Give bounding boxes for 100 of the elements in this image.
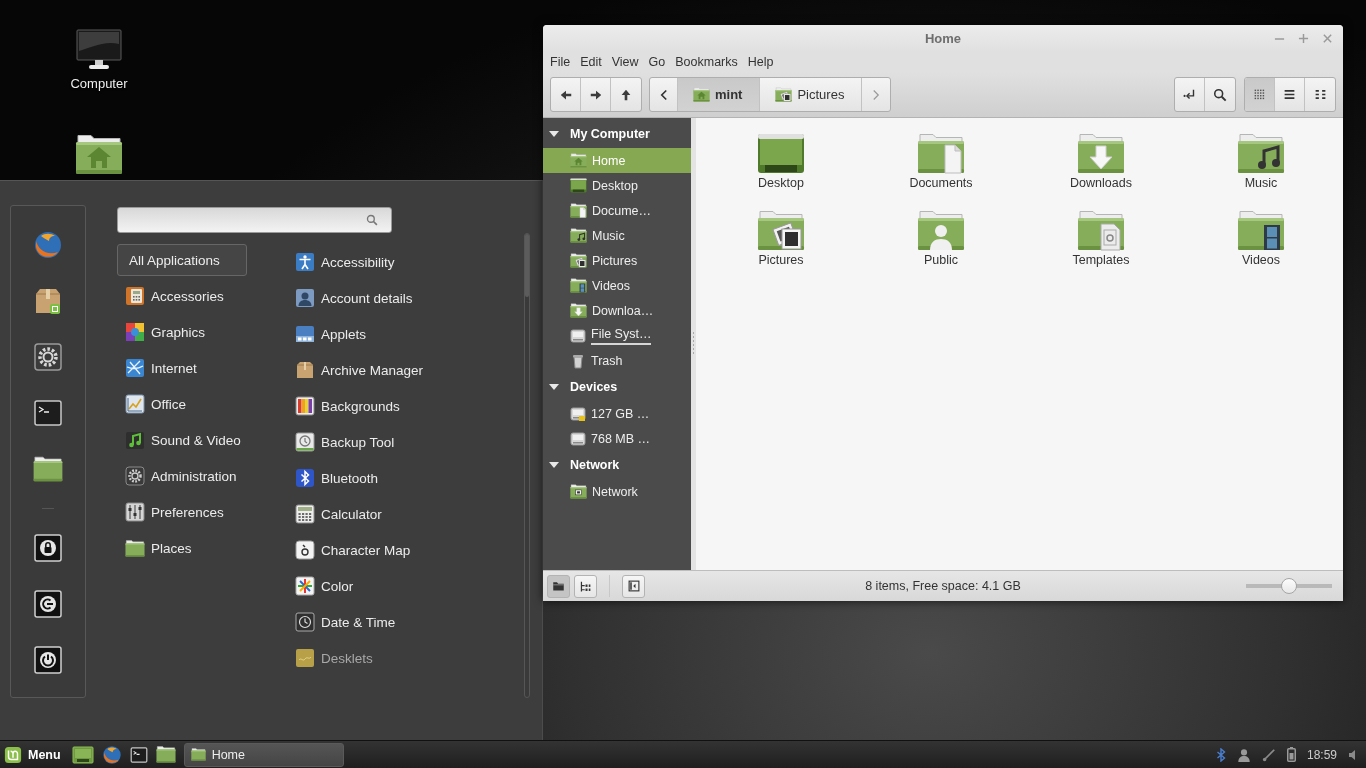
category-item[interactable]: All Applications: [117, 244, 247, 276]
sidebar-item[interactable]: Network: [543, 479, 691, 504]
category-item[interactable]: Preferences: [117, 496, 247, 528]
app-item[interactable]: Bluetooth: [287, 460, 379, 496]
home-folder-icon: [693, 87, 710, 102]
app-item[interactable]: Applets: [287, 316, 367, 352]
menubar-item[interactable]: Help: [742, 52, 779, 72]
app-item[interactable]: Archive Manager: [287, 352, 424, 388]
category-item[interactable]: Places: [117, 532, 247, 564]
show-desktop-icon[interactable]: [71, 745, 94, 764]
user-icon[interactable]: [1236, 747, 1251, 762]
category-item[interactable]: Internet: [117, 352, 247, 384]
arrow-up-icon: [619, 87, 633, 102]
path-button[interactable]: Pictures: [760, 78, 863, 111]
menubar-item[interactable]: File: [545, 52, 576, 72]
volume-icon[interactable]: [1348, 747, 1358, 762]
bluetooth-icon: [295, 468, 315, 488]
sidebar-section-header[interactable]: Network: [543, 451, 691, 479]
folder-item[interactable]: Public: [917, 210, 965, 268]
sidebar-section-header[interactable]: Devices: [543, 373, 691, 401]
sidebar-item[interactable]: Music: [543, 223, 691, 248]
clock[interactable]: 18:59: [1306, 747, 1337, 762]
sidebar-item[interactable]: Videos: [543, 273, 691, 298]
slider-thumb[interactable]: [1281, 578, 1297, 594]
folder-item[interactable]: Videos: [1237, 210, 1285, 268]
network-folder-icon: [570, 484, 587, 499]
side-pane-button[interactable]: [547, 574, 570, 598]
battery-icon[interactable]: [1286, 747, 1296, 762]
lock-icon[interactable]: [33, 533, 63, 563]
side-pane-button[interactable]: [574, 574, 597, 598]
terminal-icon[interactable]: [129, 745, 148, 764]
home-folder-icon: [570, 153, 587, 168]
bluetooth-icon[interactable]: [1215, 747, 1226, 762]
power-icon[interactable]: [33, 645, 63, 675]
sidebar-item[interactable]: 127 GB …: [543, 401, 691, 426]
sidebar-item[interactable]: 768 MB …: [543, 426, 691, 451]
menu-button[interactable]: Menu: [4, 742, 61, 767]
category-item[interactable]: Administration: [117, 460, 247, 492]
sidebar-item[interactable]: Pictures: [543, 248, 691, 273]
folder-item[interactable]: Downloads: [1070, 133, 1132, 191]
sidebar-item[interactable]: Docume…: [543, 198, 691, 223]
home-folder-icon[interactable]: [75, 134, 123, 175]
app-item[interactable]: Calculator: [287, 496, 382, 532]
user-icon: [295, 288, 315, 308]
app-item[interactable]: Account details: [287, 280, 413, 316]
folder-film-icon: [1237, 210, 1285, 251]
folder-icon: [552, 580, 565, 592]
box-icon: [295, 360, 315, 380]
calculator-icon: [125, 286, 145, 306]
app-item[interactable]: Accessibility: [287, 244, 395, 280]
folder-icon[interactable]: [155, 746, 176, 763]
keycap-icon: [295, 540, 315, 560]
category-item[interactable]: Graphics: [117, 316, 247, 348]
folder-picture-icon: [570, 253, 587, 268]
search-field[interactable]: [117, 207, 392, 233]
folder-icon: [190, 748, 206, 761]
sidebar-item[interactable]: File Syst…: [543, 323, 691, 348]
category-item[interactable]: Sound & Video: [117, 424, 247, 456]
desktop-folder-icon: [757, 133, 805, 174]
sidebar-section-header[interactable]: My Computer: [543, 120, 691, 148]
monitor-icon[interactable]: [75, 28, 123, 70]
menubar-item[interactable]: View: [606, 52, 644, 72]
sidebar-toggle-button[interactable]: [622, 574, 645, 598]
logout-icon[interactable]: [33, 589, 63, 619]
folder-item[interactable]: Music: [1237, 133, 1285, 191]
network-icon[interactable]: [1261, 747, 1276, 762]
tree-icon: [579, 579, 592, 593]
globe-icon[interactable]: [101, 744, 122, 765]
folder-icon: [125, 539, 145, 557]
app-item[interactable]: Date & Time: [287, 604, 396, 640]
drive-icon: [570, 430, 586, 447]
sidebar-icon: [627, 580, 640, 592]
folder-item[interactable]: Desktop: [757, 133, 805, 191]
package-icon[interactable]: [33, 286, 63, 316]
settings-icon[interactable]: [33, 342, 63, 372]
music-note-icon: [125, 430, 145, 450]
app-item[interactable]: Color: [287, 568, 354, 604]
path-button[interactable]: mint: [678, 78, 761, 111]
app-item[interactable]: Backup Tool: [287, 424, 395, 460]
menubar-item[interactable]: Go: [643, 52, 671, 72]
app-item[interactable]: Backgrounds: [287, 388, 400, 424]
category-item[interactable]: Office: [117, 388, 247, 420]
sidebar-item[interactable]: Desktop: [543, 173, 691, 198]
app-item[interactable]: Desklets: [287, 640, 373, 676]
folder-icon[interactable]: [33, 456, 63, 482]
folder-item[interactable]: Pictures: [757, 210, 805, 268]
folder-item[interactable]: Documents: [909, 133, 973, 191]
globe-icon[interactable]: [33, 230, 63, 260]
menubar-item[interactable]: Edit: [575, 52, 607, 72]
folder-item[interactable]: Templates: [1072, 210, 1130, 268]
drive-icon: [570, 405, 586, 422]
menubar-item[interactable]: Bookmarks: [670, 52, 743, 72]
terminal-icon[interactable]: [33, 398, 63, 428]
scrollbar[interactable]: [524, 233, 530, 698]
sidebar-item[interactable]: Downloa…: [543, 298, 691, 323]
app-item[interactable]: Character Map: [287, 532, 411, 568]
category-item[interactable]: Accessories: [117, 280, 247, 312]
taskbar-window-button[interactable]: Home: [183, 742, 344, 767]
sidebar-item[interactable]: Trash: [543, 348, 691, 373]
pinwheel-icon: [295, 576, 315, 596]
